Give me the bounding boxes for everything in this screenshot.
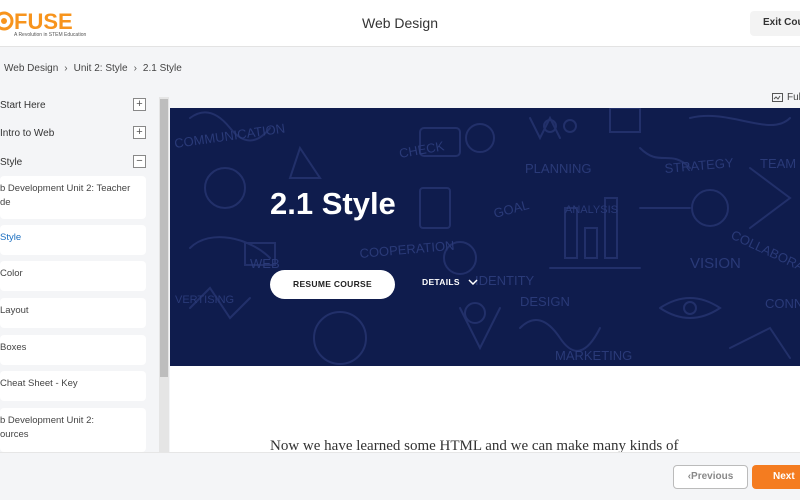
sidebar-lesson-style[interactable]: Style [0,225,146,255]
expand-plus-icon[interactable]: + [133,98,146,111]
lesson-hero-banner: COMMUNICATION CHECK PLANNING STRATEGY TE… [170,108,800,366]
fullscreen-label: Ful [787,92,800,103]
sidebar-lesson-resources[interactable]: b Development Unit 2: ources [0,408,146,452]
previous-label: Previous [691,471,734,482]
svg-text:DESIGN: DESIGN [520,294,570,309]
svg-text:MARKETING: MARKETING [555,348,632,363]
lesson-label-line: de [0,197,11,208]
breadcrumb-item-course[interactable]: Web Design [4,63,58,74]
lesson-label: Cheat Sheet - Key [0,378,78,389]
lesson-label: Style [0,232,22,243]
svg-text:VISION: VISION [690,255,741,272]
exit-course-button[interactable]: Exit Cou [750,11,800,36]
sidebar-unit-style[interactable]: Style − [0,153,150,173]
sidebar-lesson-color[interactable]: Color [0,261,146,291]
expand-plus-icon[interactable]: + [133,126,146,139]
svg-text:TEAM: TEAM [760,156,796,171]
lesson-label: Color [0,268,23,279]
sidebar-unit-start-here[interactable]: Start Here + [0,96,150,116]
lesson-label-line: b Development Unit 2: Teacher [0,183,131,194]
sidebar-lesson-layout[interactable]: Layout [0,298,146,328]
fullscreen-button[interactable]: Ful [772,92,800,103]
svg-text:ANALYSIS: ANALYSIS [565,204,618,216]
fullscreen-icon [772,93,783,102]
unit-label: Start Here [0,100,46,111]
logo-tagline: A Revolution in STEM Education [14,32,87,38]
svg-text:VERTISING: VERTISING [175,294,234,306]
app-header: FUSE A Revolution in STEM Education Web … [0,0,800,47]
chevron-down-icon [468,279,478,285]
doodle-background-pattern: COMMUNICATION CHECK PLANNING STRATEGY TE… [173,108,800,365]
details-label: DETAILS [422,277,460,287]
svg-text:CONN: CONN [765,296,800,311]
chevron-right-icon: › [133,63,137,74]
svg-text:COMMUNICATION: COMMUNICATION [173,121,286,151]
svg-text:PLANNING: PLANNING [525,161,591,176]
svg-text:IDENTITY: IDENTITY [475,273,535,288]
lesson-content: COMMUNICATION CHECK PLANNING STRATEGY TE… [170,108,800,452]
resume-course-button[interactable]: RESUME COURSE [270,270,395,299]
course-outline-sidebar: Start Here + Intro to Web + Style − b De… [0,90,170,452]
svg-text:COOPERATION: COOPERATION [359,238,455,261]
lesson-title: 2.1 Style [270,186,396,221]
previous-button[interactable]: ‹Previous [673,465,748,489]
sidebar-scrollbar-thumb[interactable] [160,99,168,377]
sidebar-lesson-boxes[interactable]: Boxes [0,335,146,365]
collapse-minus-icon[interactable]: − [133,155,146,168]
sidebar-lesson-teacher-guide[interactable]: b Development Unit 2: Teacher de [0,176,146,219]
lesson-label-line: ources [0,429,29,440]
breadcrumb: Web Design › Unit 2: Style › 2.1 Style [4,63,182,74]
lesson-label-line: b Development Unit 2: [0,415,94,426]
lesson-body-text: Now we have learned some HTML and we can… [270,438,679,452]
lesson-label: Boxes [0,342,27,353]
lesson-label: Layout [0,305,29,316]
sidebar-lesson-cheat-sheet[interactable]: Cheat Sheet - Key [0,371,146,401]
svg-text:CHECK: CHECK [398,138,446,161]
breadcrumb-item-lesson: 2.1 Style [142,63,182,74]
svg-text:WEB: WEB [250,256,280,271]
svg-text:GOAL: GOAL [492,197,531,221]
next-label: Next [773,471,795,482]
lesson-navigation-footer: ‹Previous Next [0,452,800,500]
details-toggle-button[interactable]: DETAILS [422,277,478,287]
course-title: Web Design [361,15,438,31]
next-button[interactable]: Next [752,465,800,489]
chevron-right-icon: › [64,63,68,74]
unit-label: Style [0,157,23,168]
unit-label: Intro to Web [0,128,55,139]
sidebar-unit-intro-to-web[interactable]: Intro to Web + [0,124,150,144]
breadcrumb-item-unit[interactable]: Unit 2: Style [74,63,128,74]
